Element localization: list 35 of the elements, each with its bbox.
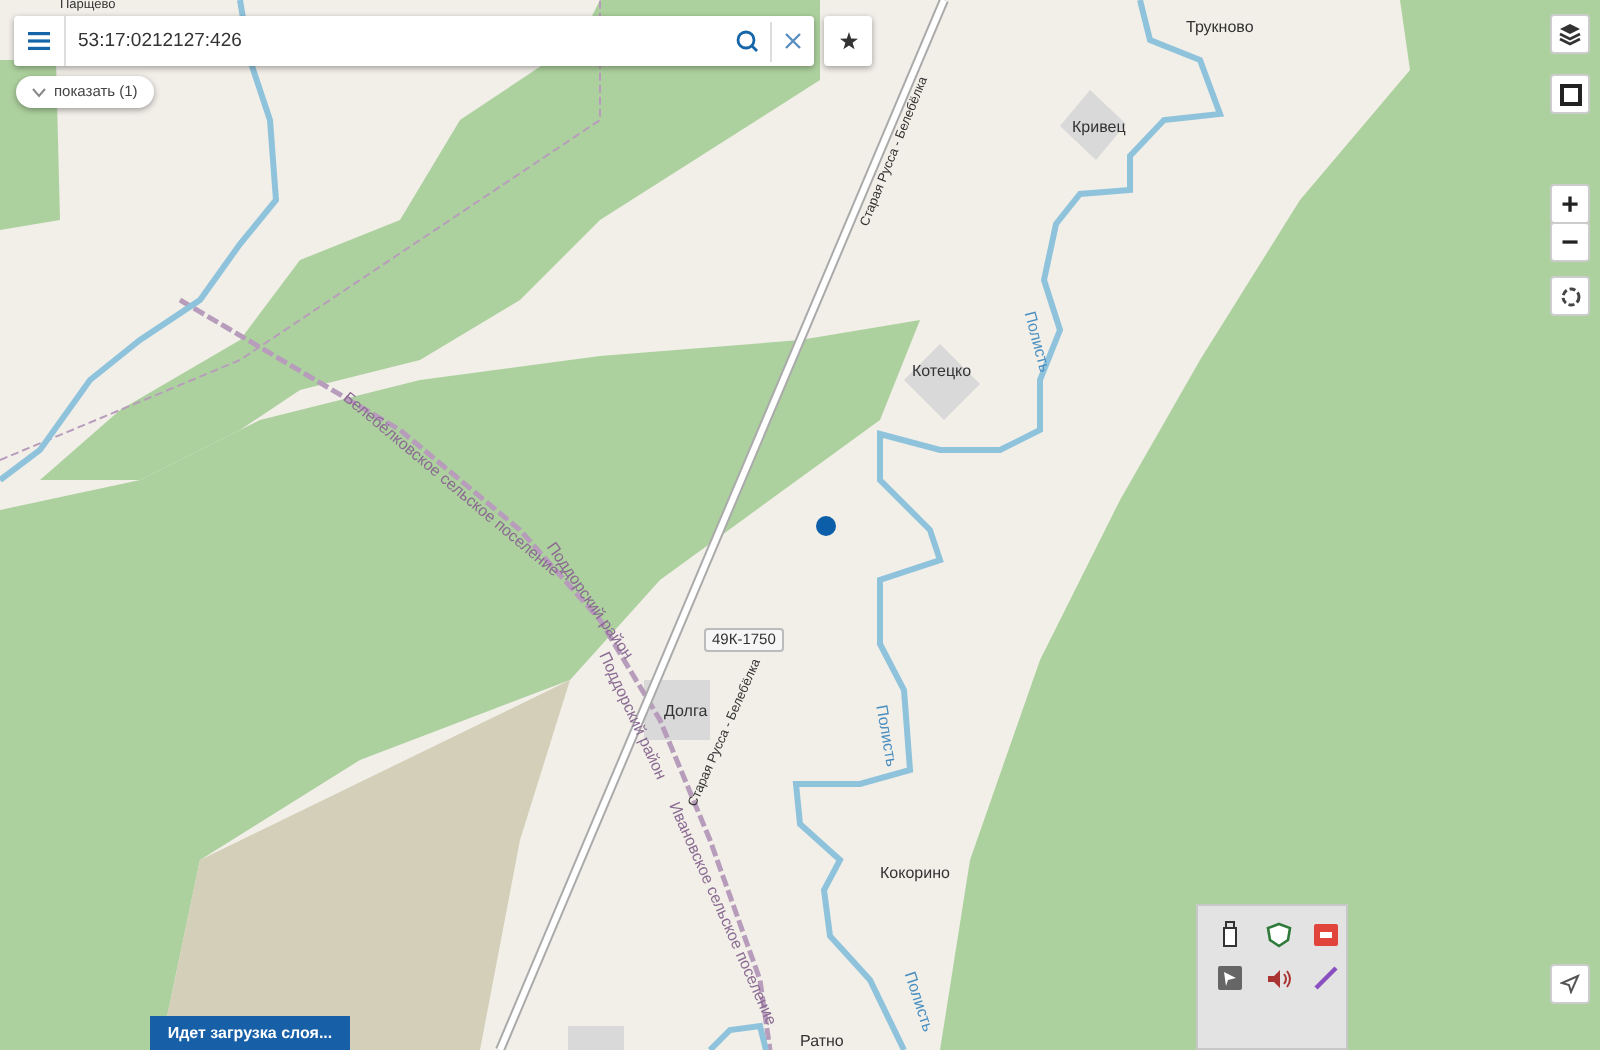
river-name-label: Полисть xyxy=(900,970,936,1034)
favorite-button[interactable] xyxy=(824,16,872,66)
place-label: Трукново xyxy=(1186,20,1254,36)
compass-icon[interactable] xyxy=(1559,285,1581,307)
place-label: Кривец xyxy=(1072,120,1126,136)
place-label: Котецко xyxy=(912,364,972,380)
close-icon[interactable] xyxy=(784,32,802,50)
layers-icon[interactable] xyxy=(1558,22,1582,46)
place-label: Кокорино xyxy=(880,866,950,882)
layers-button[interactable] xyxy=(1550,14,1590,54)
app-icon[interactable] xyxy=(1314,923,1338,945)
search-bar[interactable]: 53:17:0212127:426 xyxy=(14,16,814,66)
search-icon[interactable] xyxy=(736,30,758,52)
menu-icon[interactable] xyxy=(28,32,50,50)
locate-button[interactable] xyxy=(1550,964,1590,1004)
frame-button[interactable] xyxy=(1550,74,1590,114)
rotate-button[interactable] xyxy=(1550,276,1590,316)
place-label: Долга xyxy=(664,704,708,720)
zoom-in-button[interactable]: + xyxy=(1550,184,1590,224)
river xyxy=(707,1022,769,1050)
flash-drive-icon[interactable] xyxy=(1220,920,1240,948)
chevron-down-icon[interactable] xyxy=(32,87,46,97)
speaker-icon[interactable] xyxy=(1265,967,1291,989)
app-icon[interactable] xyxy=(1218,966,1242,990)
star-icon[interactable] xyxy=(839,32,857,50)
square-icon[interactable] xyxy=(1559,83,1581,105)
zoom-out-button[interactable]: − xyxy=(1550,222,1590,262)
loading-message: Идет загрузка слоя... xyxy=(150,1016,350,1050)
shield-icon[interactable] xyxy=(1265,921,1291,947)
place-label: Ратно xyxy=(800,1034,844,1050)
river-name-label: Полисть xyxy=(1020,310,1053,375)
river-name-label: Полисть xyxy=(872,704,899,768)
pen-icon[interactable] xyxy=(1314,966,1338,990)
location-marker xyxy=(816,516,836,536)
navigation-arrow-icon[interactable] xyxy=(1560,974,1580,994)
